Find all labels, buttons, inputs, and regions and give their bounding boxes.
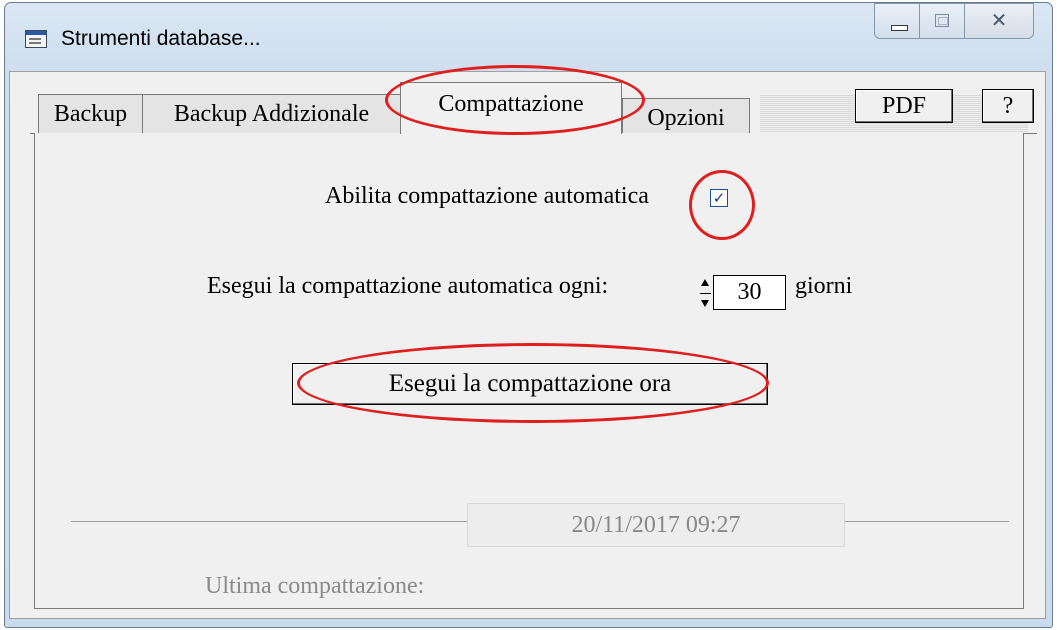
client-area: Backup Backup Addizionale Compattazione …: [9, 71, 1046, 619]
help-button[interactable]: ?: [982, 89, 1034, 123]
dialog-window: Strumenti database... ✕ Backup Backup Ad…: [4, 2, 1053, 628]
interval-unit-label: giorni: [795, 273, 853, 299]
interval-label: Esegui la compattazione automatica ogni:: [207, 273, 609, 299]
window-title: Strumenti database...: [61, 27, 261, 50]
close-icon: ✕: [990, 8, 1008, 32]
minimize-button[interactable]: [874, 3, 920, 39]
minimize-icon: [891, 25, 908, 31]
pdf-button[interactable]: PDF: [855, 89, 953, 123]
tab-compattazione[interactable]: Compattazione: [400, 82, 622, 134]
interval-spinner[interactable]: [700, 276, 711, 312]
maximize-icon: [935, 14, 949, 27]
tab-backup[interactable]: Backup: [38, 94, 143, 133]
tab-backup-addizionale[interactable]: Backup Addizionale: [142, 94, 401, 133]
interval-input[interactable]: 30: [713, 275, 786, 310]
run-compaction-button[interactable]: Esegui la compattazione ora: [292, 363, 768, 405]
window-controls: ✕: [874, 3, 1034, 39]
app-window-icon: [25, 30, 47, 48]
auto-compact-label: Abilita compattazione automatica: [325, 183, 649, 209]
auto-compact-checkbox[interactable]: ✓: [710, 189, 728, 207]
last-compaction-value: 20/11/2017 09:27: [467, 503, 845, 547]
maximize-button[interactable]: [919, 3, 965, 39]
tab-opzioni[interactable]: Opzioni: [622, 98, 750, 133]
title-bar: Strumenti database... ✕: [5, 3, 1052, 71]
checkmark-icon: ✓: [712, 189, 726, 207]
close-button[interactable]: ✕: [964, 3, 1034, 39]
spin-up-icon[interactable]: [700, 276, 711, 293]
last-compaction-label: Ultima compattazione:: [205, 573, 425, 599]
spin-down-icon[interactable]: [700, 295, 711, 312]
